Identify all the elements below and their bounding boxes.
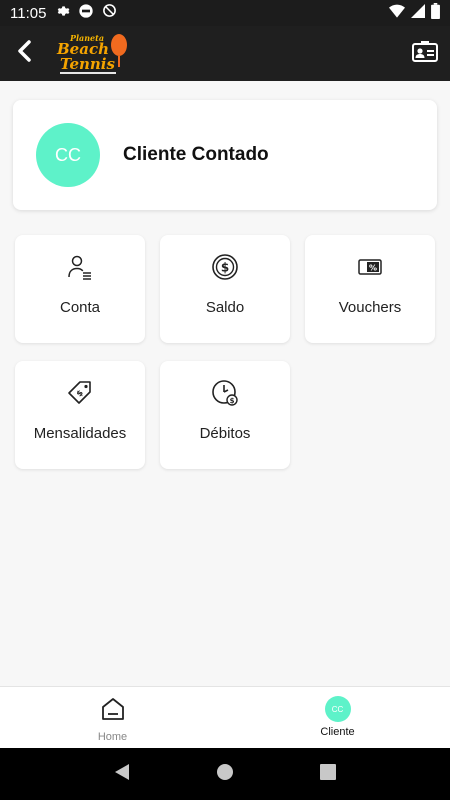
svg-text:$: $ <box>221 261 229 275</box>
svg-text:$: $ <box>75 388 86 399</box>
system-home-button[interactable] <box>205 754 245 794</box>
contact-card-icon <box>412 40 438 67</box>
status-icons-right <box>389 2 440 24</box>
nav-cliente-label: Cliente <box>320 726 355 738</box>
app-logo: Planeta Beach Tennis <box>56 31 132 77</box>
tile-label: Vouchers <box>338 299 402 316</box>
price-tag-icon: $ <box>66 379 94 407</box>
clock-dollar-icon: $ <box>211 379 239 407</box>
back-button[interactable] <box>0 26 50 81</box>
nav-cliente-avatar: CC <box>324 696 351 722</box>
tile-label: Débitos <box>199 425 251 442</box>
nav-cliente[interactable]: CC Cliente <box>225 687 450 748</box>
beach-tennis-logo-icon: Planeta Beach Tennis <box>56 33 127 74</box>
square-recents-icon <box>320 763 337 785</box>
main-content: CC Cliente Contado Conta $ Saldo % Vouch… <box>0 81 450 686</box>
system-back-button[interactable] <box>102 754 142 794</box>
client-avatar: CC <box>36 123 100 187</box>
app-notification-icon <box>78 3 94 24</box>
profile-card-button[interactable] <box>400 26 450 81</box>
tile-conta[interactable]: Conta <box>15 235 145 343</box>
nav-home[interactable]: Home <box>0 687 225 748</box>
status-bar: 11:05 <box>0 0 450 26</box>
client-name: Cliente Contado <box>123 144 269 165</box>
triangle-back-icon <box>114 763 130 786</box>
nav-home-label: Home <box>97 731 128 743</box>
svg-text:%: % <box>369 264 377 273</box>
settings-icon <box>56 4 70 23</box>
battery-icon <box>431 2 440 24</box>
tile-label: Saldo <box>205 299 245 316</box>
dollar-coin-icon: $ <box>211 253 239 281</box>
app-bar: Planeta Beach Tennis <box>0 26 450 81</box>
tile-debitos[interactable]: $ Débitos <box>160 361 290 469</box>
home-icon <box>100 696 126 727</box>
system-nav-bar <box>0 748 450 800</box>
bottom-nav: Home CC Cliente <box>0 686 450 748</box>
tile-label: Conta <box>59 299 101 316</box>
signal-icon <box>411 3 425 23</box>
voucher-percent-icon: % <box>358 253 382 281</box>
tile-vouchers[interactable]: % Vouchers <box>305 235 435 343</box>
circle-home-icon <box>216 763 234 786</box>
status-icons-left <box>56 3 117 24</box>
do-not-disturb-icon <box>102 3 117 23</box>
user-list-icon <box>67 253 93 281</box>
svg-text:Tennis: Tennis <box>60 55 115 73</box>
status-time: 11:05 <box>10 4 47 22</box>
svg-text:$: $ <box>230 397 235 405</box>
system-recents-button[interactable] <box>308 754 348 794</box>
wifi-icon <box>389 4 405 23</box>
tile-mensalidades[interactable]: $ Mensalidades <box>15 361 145 469</box>
client-card: CC Cliente Contado <box>13 100 437 210</box>
chevron-left-icon <box>15 40 35 67</box>
tile-label: Mensalidades <box>33 425 127 442</box>
tile-saldo[interactable]: $ Saldo <box>160 235 290 343</box>
